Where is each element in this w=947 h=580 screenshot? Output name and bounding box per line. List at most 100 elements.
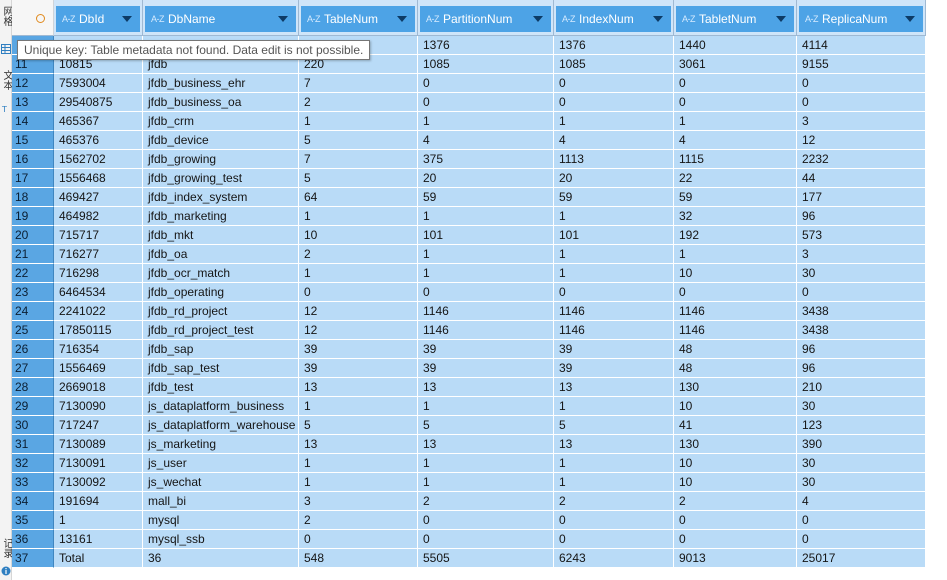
grid-view-tab[interactable]: 网格 xyxy=(0,6,12,26)
cell-tablenum[interactable]: 1 xyxy=(299,397,418,416)
cell-dbname[interactable]: jfdb_test xyxy=(143,378,299,397)
table-row[interactable]: 31 7130089 js_marketing 13 13 13 130 390 xyxy=(12,435,926,454)
cell-indexnum[interactable]: 39 xyxy=(554,340,674,359)
cell-replicanum[interactable]: 177 xyxy=(797,188,926,207)
row-number[interactable]: 21 xyxy=(12,245,54,264)
cell-indexnum[interactable]: 1085 xyxy=(554,55,674,74)
cell-dbid[interactable]: 1 xyxy=(54,511,143,530)
table-row[interactable]: 22 716298 jfdb_ocr_match 1 1 1 10 30 xyxy=(12,264,926,283)
cell-partitionnum[interactable]: 2 xyxy=(418,492,554,511)
row-number[interactable]: 33 xyxy=(12,473,54,492)
cell-replicanum[interactable]: 0 xyxy=(797,74,926,93)
row-number[interactable]: 36 xyxy=(12,530,54,549)
cell-replicanum[interactable]: 25017 xyxy=(797,549,926,568)
cell-tablenum[interactable]: 12 xyxy=(299,302,418,321)
cell-replicanum[interactable]: 0 xyxy=(797,93,926,112)
cell-tabletnum[interactable]: 32 xyxy=(674,207,797,226)
table-row[interactable]: 33 7130092 js_wechat 1 1 1 10 30 xyxy=(12,473,926,492)
cell-tabletnum[interactable]: 48 xyxy=(674,340,797,359)
table-row[interactable]: 13 29540875 jfdb_business_oa 2 0 0 0 0 xyxy=(12,93,926,112)
cell-tablenum[interactable]: 5 xyxy=(299,416,418,435)
cell-dbid[interactable]: 7130091 xyxy=(54,454,143,473)
cell-partitionnum[interactable]: 13 xyxy=(418,435,554,454)
cell-partitionnum[interactable]: 1 xyxy=(418,264,554,283)
cell-tabletnum[interactable]: 22 xyxy=(674,169,797,188)
cell-partitionnum[interactable]: 5 xyxy=(418,416,554,435)
cell-dbid[interactable]: 1562702 xyxy=(54,150,143,169)
cell-tabletnum[interactable]: 2 xyxy=(674,492,797,511)
column-header-replicanum[interactable]: A-Z ReplicaNum xyxy=(797,0,926,36)
row-number[interactable]: 35 xyxy=(12,511,54,530)
cell-partitionnum[interactable]: 0 xyxy=(418,283,554,302)
row-number[interactable]: 15 xyxy=(12,131,54,150)
table-row[interactable]: 20 715717 jfdb_mkt 10 101 101 192 573 xyxy=(12,226,926,245)
filter-dropdown-icon[interactable] xyxy=(533,16,543,22)
table-row[interactable]: 26 716354 jfdb_sap 39 39 39 48 96 xyxy=(12,340,926,359)
cell-replicanum[interactable]: 30 xyxy=(797,454,926,473)
cell-indexnum[interactable]: 5 xyxy=(554,416,674,435)
cell-dbid[interactable]: 7593004 xyxy=(54,74,143,93)
cell-tabletnum[interactable]: 48 xyxy=(674,359,797,378)
cell-replicanum[interactable]: 96 xyxy=(797,359,926,378)
cell-tabletnum[interactable]: 10 xyxy=(674,264,797,283)
row-number[interactable]: 27 xyxy=(12,359,54,378)
cell-replicanum[interactable]: 0 xyxy=(797,511,926,530)
row-number[interactable]: 19 xyxy=(12,207,54,226)
cell-dbname[interactable]: mysql xyxy=(143,511,299,530)
cell-tabletnum[interactable]: 0 xyxy=(674,530,797,549)
cell-dbname[interactable]: jfdb_crm xyxy=(143,112,299,131)
cell-tabletnum[interactable]: 1 xyxy=(674,112,797,131)
cell-partitionnum[interactable]: 39 xyxy=(418,359,554,378)
cell-partitionnum[interactable]: 1 xyxy=(418,397,554,416)
cell-tablenum[interactable]: 2 xyxy=(299,511,418,530)
cell-tablenum[interactable]: 0 xyxy=(299,530,418,549)
row-number[interactable]: 37 xyxy=(12,549,54,568)
cell-dbname[interactable]: 36 xyxy=(143,549,299,568)
cell-tablenum[interactable]: 39 xyxy=(299,340,418,359)
table-row[interactable]: 12 7593004 jfdb_business_ehr 7 0 0 0 0 xyxy=(12,74,926,93)
cell-indexnum[interactable]: 1 xyxy=(554,454,674,473)
cell-dbname[interactable]: jfdb_sap xyxy=(143,340,299,359)
cell-dbid[interactable]: 191694 xyxy=(54,492,143,511)
cell-tabletnum[interactable]: 1 xyxy=(674,245,797,264)
filter-dropdown-icon[interactable] xyxy=(278,16,288,22)
cell-dbid[interactable]: 465376 xyxy=(54,131,143,150)
column-header-button[interactable]: A-Z TableNum xyxy=(301,6,415,32)
cell-tabletnum[interactable]: 0 xyxy=(674,93,797,112)
cell-dbid[interactable]: 715717 xyxy=(54,226,143,245)
cell-dbid[interactable]: 7130090 xyxy=(54,397,143,416)
cell-dbname[interactable]: jfdb_sap_test xyxy=(143,359,299,378)
cell-indexnum[interactable]: 20 xyxy=(554,169,674,188)
table-row[interactable]: 15 465376 jfdb_device 5 4 4 4 12 xyxy=(12,131,926,150)
cell-partitionnum[interactable]: 4 xyxy=(418,131,554,150)
cell-partitionnum[interactable]: 1146 xyxy=(418,321,554,340)
cell-partitionnum[interactable]: 0 xyxy=(418,530,554,549)
cell-indexnum[interactable]: 1 xyxy=(554,245,674,264)
cell-replicanum[interactable]: 4114 xyxy=(797,36,926,55)
table-row[interactable]: 14 465367 jfdb_crm 1 1 1 1 3 xyxy=(12,112,926,131)
cell-dbid[interactable]: 2241022 xyxy=(54,302,143,321)
column-header-tablenum[interactable]: A-Z TableNum xyxy=(299,0,418,36)
cell-replicanum[interactable]: 30 xyxy=(797,397,926,416)
cell-dbname[interactable]: jfdb_growing_test xyxy=(143,169,299,188)
cell-indexnum[interactable]: 39 xyxy=(554,359,674,378)
cell-tabletnum[interactable]: 192 xyxy=(674,226,797,245)
cell-tabletnum[interactable]: 1115 xyxy=(674,150,797,169)
cell-partitionnum[interactable]: 1 xyxy=(418,245,554,264)
cell-dbname[interactable]: jfdb_oa xyxy=(143,245,299,264)
cell-partitionnum[interactable]: 59 xyxy=(418,188,554,207)
select-all-icon[interactable] xyxy=(36,14,45,23)
cell-dbname[interactable]: jfdb_ocr_match xyxy=(143,264,299,283)
row-number[interactable]: 16 xyxy=(12,150,54,169)
column-header-button[interactable]: A-Z PartitionNum xyxy=(420,6,551,32)
row-number[interactable]: 29 xyxy=(12,397,54,416)
filter-dropdown-icon[interactable] xyxy=(905,16,915,22)
cell-replicanum[interactable]: 3438 xyxy=(797,321,926,340)
cell-replicanum[interactable]: 30 xyxy=(797,264,926,283)
cell-partitionnum[interactable]: 1376 xyxy=(418,36,554,55)
cell-dbname[interactable]: jfdb_rd_project_test xyxy=(143,321,299,340)
cell-dbname[interactable]: jfdb_mkt xyxy=(143,226,299,245)
table-row[interactable]: 18 469427 jfdb_index_system 64 59 59 59 177 xyxy=(12,188,926,207)
cell-replicanum[interactable]: 9155 xyxy=(797,55,926,74)
filter-dropdown-icon[interactable] xyxy=(653,16,663,22)
